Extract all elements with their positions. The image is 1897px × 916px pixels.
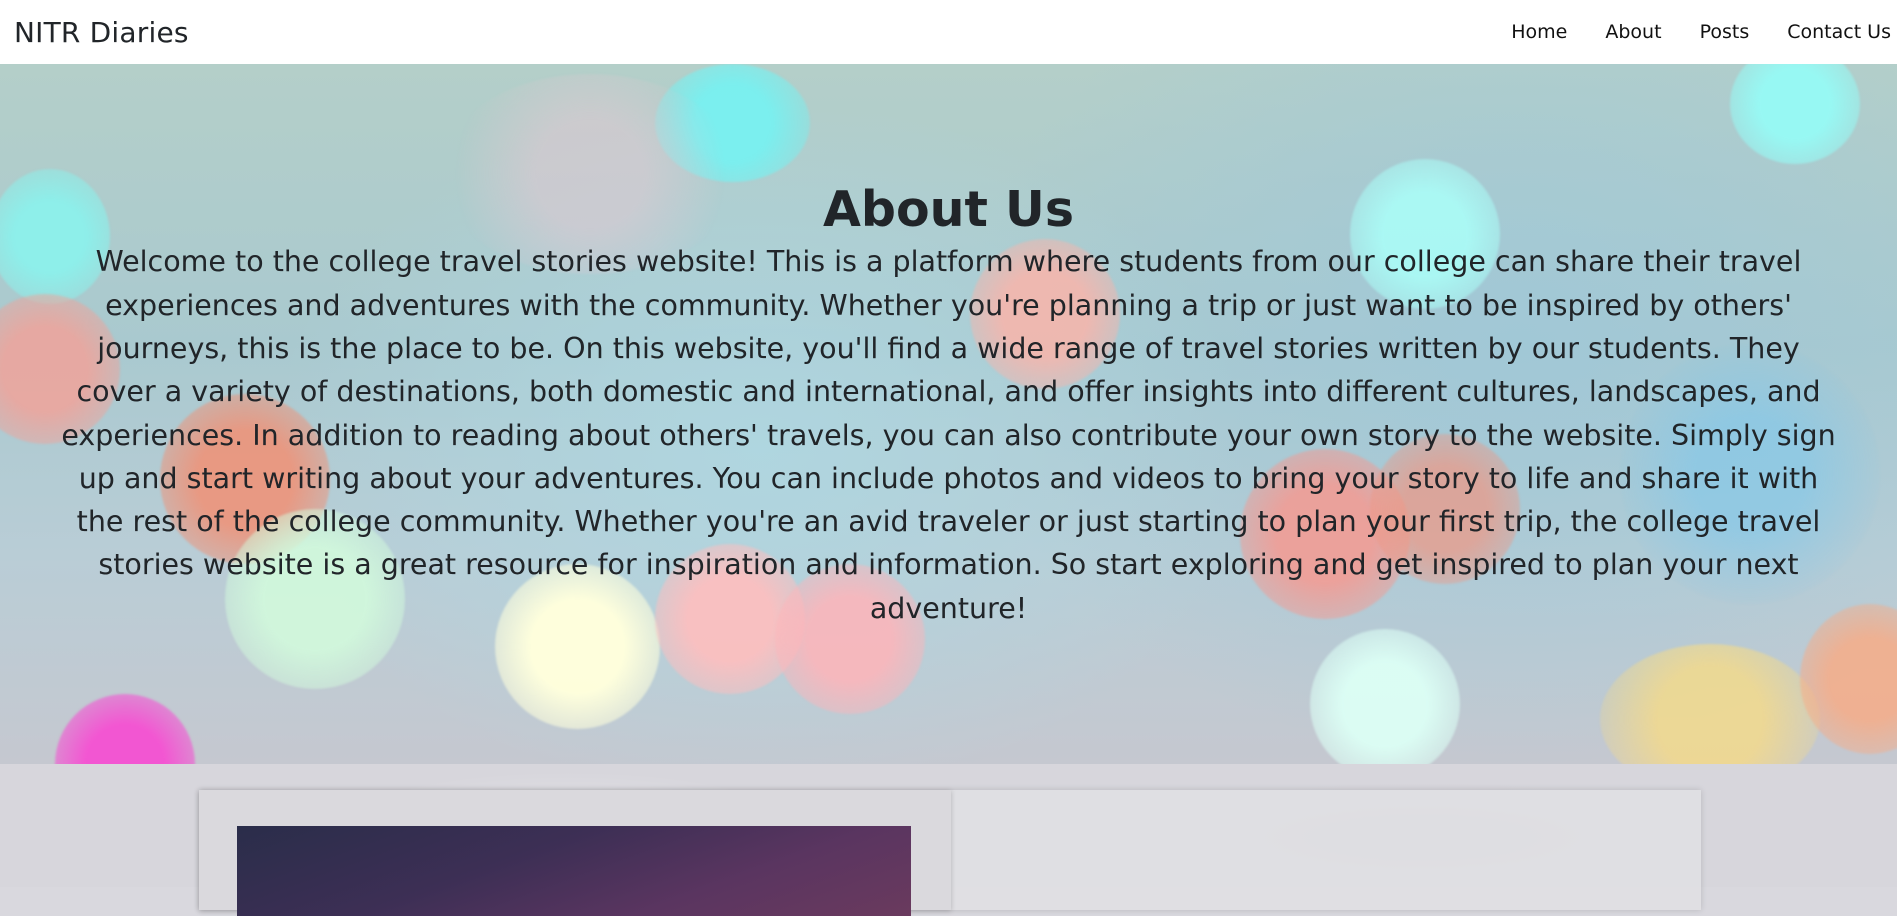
nav-links: Home About Posts Contact Us (1492, 0, 1891, 64)
hero-content: About Us Welcome to the college travel s… (0, 64, 1897, 764)
navbar: NITR Diaries Home About Posts Contact Us (0, 0, 1897, 64)
nav-link-about[interactable]: About (1586, 21, 1680, 43)
about-paragraph: Welcome to the college travel stories we… (61, 245, 1836, 625)
card-container (199, 790, 1701, 916)
post-card[interactable] (199, 790, 951, 916)
nav-link-posts[interactable]: Posts (1681, 21, 1769, 43)
nav-link-contact-us[interactable]: Contact Us (1768, 21, 1891, 43)
brand-link[interactable]: NITR Diaries (14, 16, 189, 49)
posts-section (0, 764, 1897, 916)
page-title: About Us (823, 181, 1074, 238)
hero-section: About Us Welcome to the college travel s… (0, 64, 1897, 764)
nav-link-home[interactable]: Home (1492, 21, 1586, 43)
post-image[interactable] (237, 826, 911, 916)
